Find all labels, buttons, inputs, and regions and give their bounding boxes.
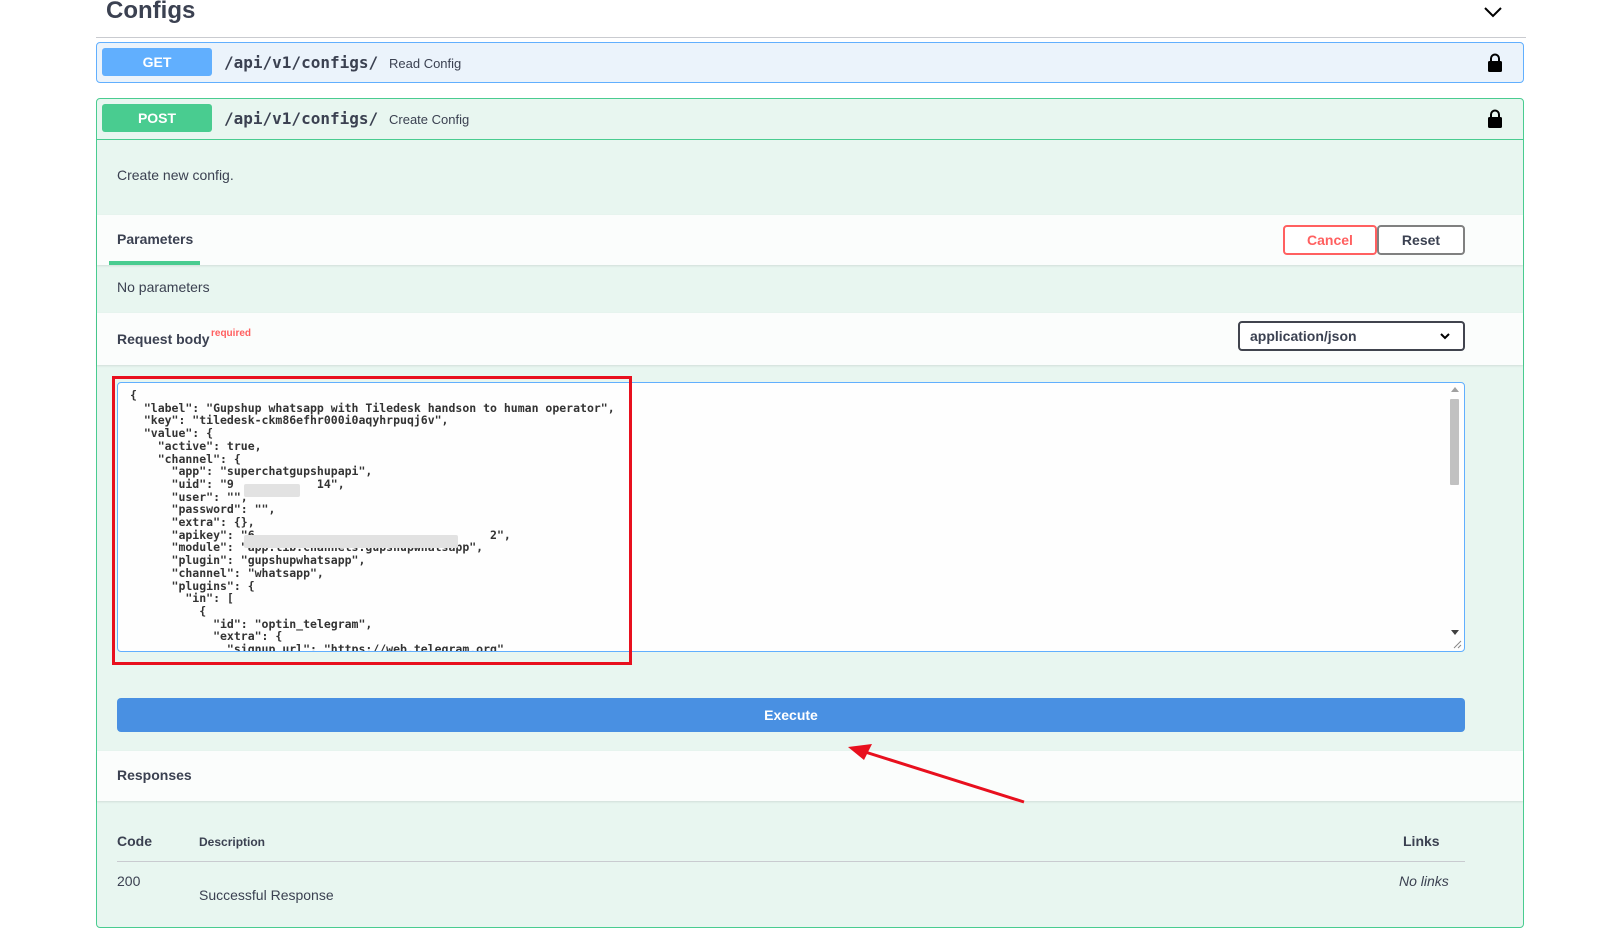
section-header[interactable]: Configs (96, 0, 1526, 38)
operation-description: Create new config. (117, 167, 234, 183)
operation-path: /api/v1/configs/ (224, 53, 379, 72)
responses-label: Responses (117, 767, 192, 783)
required-mark: required (211, 328, 252, 339)
operation-summary[interactable]: GET /api/v1/configs/ Read Config (97, 43, 1523, 83)
section-title: Configs (106, 0, 196, 24)
operation-summary-text: Create Config (389, 112, 470, 127)
execute-button[interactable]: Execute (117, 698, 1465, 732)
responses-col-links: Links (1403, 833, 1440, 849)
operation-summary[interactable]: POST /api/v1/configs/ Create Config (97, 99, 1523, 139)
method-badge-get: GET (102, 48, 212, 76)
scroll-down-icon[interactable] (1451, 630, 1459, 635)
scroll-thumb[interactable] (1450, 399, 1459, 485)
tab-active-indicator (109, 261, 200, 265)
lock-icon[interactable] (1487, 53, 1503, 73)
operation-post-configs: POST /api/v1/configs/ Create Config Crea… (96, 98, 1524, 928)
resize-grip-icon[interactable] (1453, 640, 1462, 649)
response-code: 200 (117, 873, 141, 889)
operation-path: /api/v1/configs/ (224, 109, 379, 128)
cancel-button[interactable]: Cancel (1283, 225, 1377, 255)
response-description: Successful Response (199, 887, 334, 903)
content-type-select[interactable]: application/json (1238, 321, 1465, 351)
method-badge-post: POST (102, 104, 212, 132)
divider (97, 139, 1523, 140)
scroll-up-icon[interactable] (1451, 387, 1459, 392)
responses-header: Responses (97, 751, 1523, 801)
responses-col-description: Description (199, 835, 266, 849)
divider (117, 861, 1465, 862)
responses-col-code: Code (117, 833, 152, 849)
no-parameters-text: No parameters (117, 279, 210, 295)
operation-get-configs[interactable]: GET /api/v1/configs/ Read Config (96, 42, 1524, 83)
scrollbar[interactable] (1448, 385, 1461, 635)
chevron-down-icon (1440, 333, 1450, 340)
reset-button[interactable]: Reset (1377, 225, 1465, 255)
annotation-highlight-box (112, 376, 632, 665)
tab-parameters[interactable]: Parameters (117, 231, 193, 247)
response-links: No links (1399, 873, 1449, 889)
operation-summary-text: Read Config (389, 56, 462, 71)
request-body-label: Request body (117, 331, 210, 347)
lock-icon[interactable] (1487, 109, 1503, 129)
content-type-value: application/json (1250, 328, 1357, 344)
chevron-down-icon[interactable] (1482, 2, 1504, 22)
